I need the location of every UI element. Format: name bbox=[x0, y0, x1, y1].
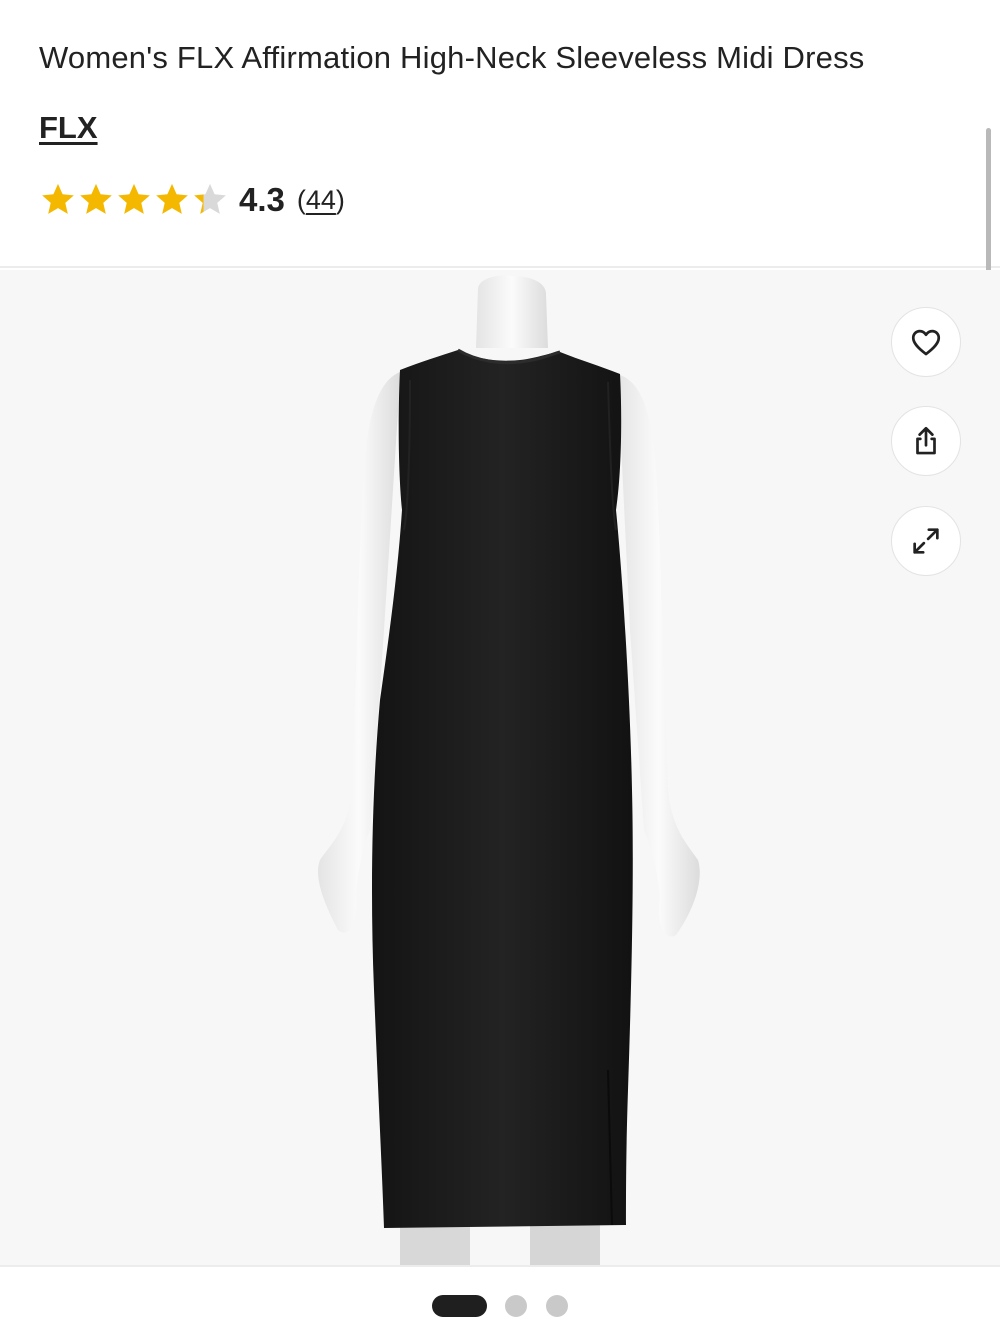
star-icon bbox=[156, 183, 188, 214]
carousel-dot-3[interactable] bbox=[546, 1295, 568, 1317]
star-icon bbox=[42, 183, 74, 214]
product-image-carousel[interactable] bbox=[0, 270, 1000, 1265]
star-rating bbox=[39, 181, 229, 219]
review-count: 44 bbox=[305, 184, 336, 215]
product-header: Women's FLX Affirmation High-Neck Sleeve… bbox=[0, 0, 1000, 268]
star-icon bbox=[118, 183, 150, 214]
star-icon bbox=[80, 183, 112, 214]
brand-link[interactable]: FLX bbox=[39, 110, 98, 146]
expand-button[interactable] bbox=[891, 506, 961, 576]
product-title: Women's FLX Affirmation High-Neck Sleeve… bbox=[39, 40, 865, 75]
carousel-dot-1[interactable] bbox=[432, 1295, 487, 1317]
carousel-pagination bbox=[0, 1295, 1000, 1319]
rating-row[interactable]: 4.3 (44) bbox=[39, 178, 345, 222]
favorite-button[interactable] bbox=[891, 307, 961, 377]
review-count-close: ) bbox=[335, 184, 345, 215]
review-count-open: ( bbox=[296, 184, 306, 215]
carousel-dot-2[interactable] bbox=[505, 1295, 527, 1317]
share-icon bbox=[916, 426, 936, 455]
review-count-link[interactable]: (44) bbox=[297, 185, 345, 216]
product-image bbox=[0, 270, 1000, 1265]
rating-value: 4.3 bbox=[239, 181, 285, 218]
divider bbox=[0, 1265, 1000, 1267]
expand-icon bbox=[913, 528, 939, 554]
star-icon bbox=[194, 183, 226, 214]
heart-icon bbox=[911, 329, 941, 356]
share-button[interactable] bbox=[891, 406, 961, 476]
